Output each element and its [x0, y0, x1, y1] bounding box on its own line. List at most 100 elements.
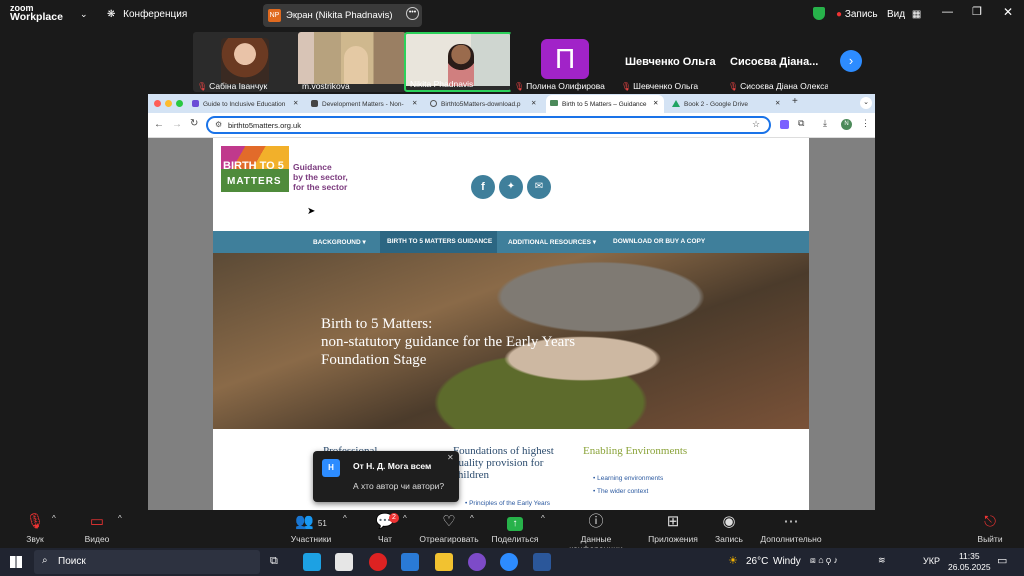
- chat-icon: 💬: [375, 513, 395, 530]
- extension-icon[interactable]: [780, 120, 789, 129]
- browser-tab[interactable]: Birthto5Matters-download.p ✕: [426, 96, 541, 113]
- react-caret-icon[interactable]: ^: [470, 514, 474, 523]
- participant-tile[interactable]: m.vostrikova: [298, 32, 406, 92]
- web-page-viewport: BIRTH TO 5 MATTERS Guidance by the secto…: [148, 138, 875, 510]
- zoom-icon[interactable]: [500, 553, 518, 571]
- participant-tile[interactable]: Сисоєва Діана... 🎙 Сисоєва Діана Олекса..…: [724, 32, 832, 92]
- back-icon[interactable]: ←: [154, 119, 164, 130]
- list-item[interactable]: • The wider context: [593, 488, 648, 495]
- twitter-icon[interactable]: ✦: [499, 175, 523, 199]
- word-icon[interactable]: [533, 553, 551, 571]
- tab-close-icon[interactable]: ✕: [412, 99, 417, 107]
- meeting-menu-label: Конференция: [123, 9, 188, 20]
- more-button[interactable]: ⋯ Дополнительно: [750, 512, 832, 544]
- store-icon[interactable]: [335, 553, 353, 571]
- participants-caret-icon[interactable]: ^: [343, 514, 347, 523]
- opera-icon[interactable]: [369, 553, 387, 571]
- email-icon[interactable]: ✉: [527, 175, 551, 199]
- participant-tile-active[interactable]: Nikita Phadnavis: [404, 32, 512, 92]
- meeting-menu[interactable]: ❋ Конференция: [107, 9, 187, 20]
- audio-options-caret-icon[interactable]: ^: [52, 514, 56, 523]
- minimize-icon[interactable]: —: [942, 6, 953, 18]
- participant-tile[interactable]: 🎙 Сабіна Іванчук: [193, 32, 301, 92]
- browser-tab[interactable]: Guide to Inclusive Education ✕: [188, 96, 303, 113]
- edge-icon[interactable]: [303, 553, 321, 571]
- site-info-icon[interactable]: ⚙: [215, 120, 222, 129]
- mail-icon[interactable]: [401, 553, 419, 571]
- participant-tile[interactable]: Шевченко Ольга 🎙 Шевченко Ольга: [617, 32, 725, 92]
- chat-caret-icon[interactable]: ^: [403, 514, 407, 523]
- chat-notification[interactable]: Н От Н. Д. Мога всем А хто автор чи авто…: [313, 451, 459, 502]
- tab-label: Birth to 5 Matters – Guidance: [562, 101, 647, 108]
- close-icon[interactable]: ✕: [447, 453, 454, 462]
- profile-avatar[interactable]: N: [841, 119, 852, 130]
- tab-label: Birthto5Matters-download.p: [441, 101, 521, 108]
- shield-icon[interactable]: [813, 7, 825, 20]
- windows-start-icon[interactable]: [10, 556, 22, 568]
- nav-item-download[interactable]: DOWNLOAD OR BUY A COPY: [613, 238, 705, 245]
- nav-item-resources[interactable]: ADDITIONAL RESOURCES ▾: [508, 238, 596, 246]
- meeting-controls: 🎙 Звук ^ ▭ Видео ^ 👥 51 Участники ^ 💬 Чат…: [0, 510, 1024, 554]
- more-icon[interactable]: •••: [406, 7, 419, 20]
- list-item[interactable]: • Learning environments: [593, 475, 663, 482]
- wifi-icon[interactable]: ≋: [878, 555, 886, 566]
- nav-item-background[interactable]: BACKGROUND ▾: [313, 238, 366, 246]
- window-close-dot[interactable]: [154, 100, 161, 107]
- tab-close-icon[interactable]: ✕: [531, 99, 536, 107]
- share-indicator[interactable]: NP Экран (Nikita Phadnavis) •••: [263, 4, 422, 27]
- weather-icon[interactable]: ☀: [728, 554, 738, 567]
- chat-button[interactable]: 💬 Чат: [350, 512, 420, 544]
- column-heading-enabling[interactable]: Enabling Environments: [583, 445, 687, 457]
- participant-name-text: m.vostrikova: [302, 81, 350, 91]
- window-minimize-dot[interactable]: [165, 100, 172, 107]
- video-options-caret-icon[interactable]: ^: [118, 514, 122, 523]
- tab-close-icon[interactable]: ✕: [293, 99, 298, 107]
- leave-button[interactable]: ⎋ Выйти: [960, 512, 1020, 544]
- window-maximize-dot[interactable]: [176, 100, 183, 107]
- tagline-line1: Guidance: [293, 162, 332, 172]
- menu-kebab-icon[interactable]: ⋮: [861, 118, 870, 129]
- browser-tab[interactable]: Development Matters - Non- ✕: [307, 96, 422, 113]
- list-item[interactable]: • Principles of the Early Years: [465, 500, 550, 507]
- address-bar[interactable]: ⚙ birthto5matters.org.uk ☆: [206, 116, 771, 134]
- participant-name-text: Сисоєва Діана Олекса...: [740, 81, 828, 91]
- chevron-down-icon[interactable]: ⌄: [80, 9, 88, 20]
- tray-icons[interactable]: ⧈ ⌂ ⚲ ♪: [810, 555, 838, 566]
- close-icon[interactable]: ✕: [1003, 5, 1013, 19]
- bookmark-star-icon[interactable]: ☆: [752, 119, 760, 130]
- site-logo[interactable]: BIRTH TO 5 MATTERS: [221, 146, 289, 192]
- new-tab-icon[interactable]: +: [792, 96, 798, 107]
- audio-label: Звук: [26, 534, 44, 544]
- forward-icon[interactable]: →: [172, 119, 182, 130]
- tab-close-icon[interactable]: ✕: [775, 99, 780, 107]
- recording-status[interactable]: ● Запись: [836, 9, 878, 20]
- view-menu[interactable]: Вид ▦: [887, 9, 921, 20]
- zoom-logo-line2: Workplace: [10, 11, 63, 23]
- facebook-icon[interactable]: f: [471, 175, 495, 199]
- participant-tile[interactable]: П 🎙 Полина Олифирова: [510, 32, 618, 92]
- task-view-icon[interactable]: ⧉: [270, 555, 278, 568]
- browser-tab-active[interactable]: Birth to 5 Matters – Guidance ✕: [546, 95, 664, 113]
- audio-button[interactable]: 🎙 Звук: [0, 512, 70, 544]
- share-button[interactable]: ↑ Поделиться: [480, 512, 550, 544]
- nav-item-guidance[interactable]: BIRTH TO 5 MATTERS GUIDANCE: [380, 231, 497, 253]
- share-caret-icon[interactable]: ^: [541, 514, 545, 523]
- reload-icon[interactable]: ↻: [190, 118, 198, 129]
- tab-close-icon[interactable]: ✕: [653, 99, 658, 107]
- participants-button[interactable]: 👥 51 Участники: [276, 512, 346, 544]
- mic-off-icon: 🎙: [621, 82, 632, 91]
- download-icon[interactable]: ⤓: [823, 118, 827, 129]
- next-page-icon[interactable]: ›: [840, 50, 862, 72]
- puzzle-icon[interactable]: ⧉: [798, 118, 804, 129]
- restore-icon[interactable]: ❐: [972, 5, 982, 18]
- language-indicator[interactable]: УКР: [923, 556, 940, 566]
- browser-tab[interactable]: Book 2 - Google Drive ✕: [668, 96, 786, 113]
- taskbar-search[interactable]: ⌕ Поиск: [34, 550, 260, 574]
- viber-icon[interactable]: [468, 553, 486, 571]
- clock[interactable]: 11:35 26.05.2025: [948, 551, 991, 573]
- tab-label: Book 2 - Google Drive: [684, 101, 748, 108]
- file-explorer-icon[interactable]: [435, 553, 453, 571]
- column-heading-foundations[interactable]: Foundations of highest quality provision…: [453, 445, 573, 481]
- notification-center-icon[interactable]: ▭: [997, 554, 1007, 567]
- tab-search-icon[interactable]: ⌄: [860, 97, 872, 109]
